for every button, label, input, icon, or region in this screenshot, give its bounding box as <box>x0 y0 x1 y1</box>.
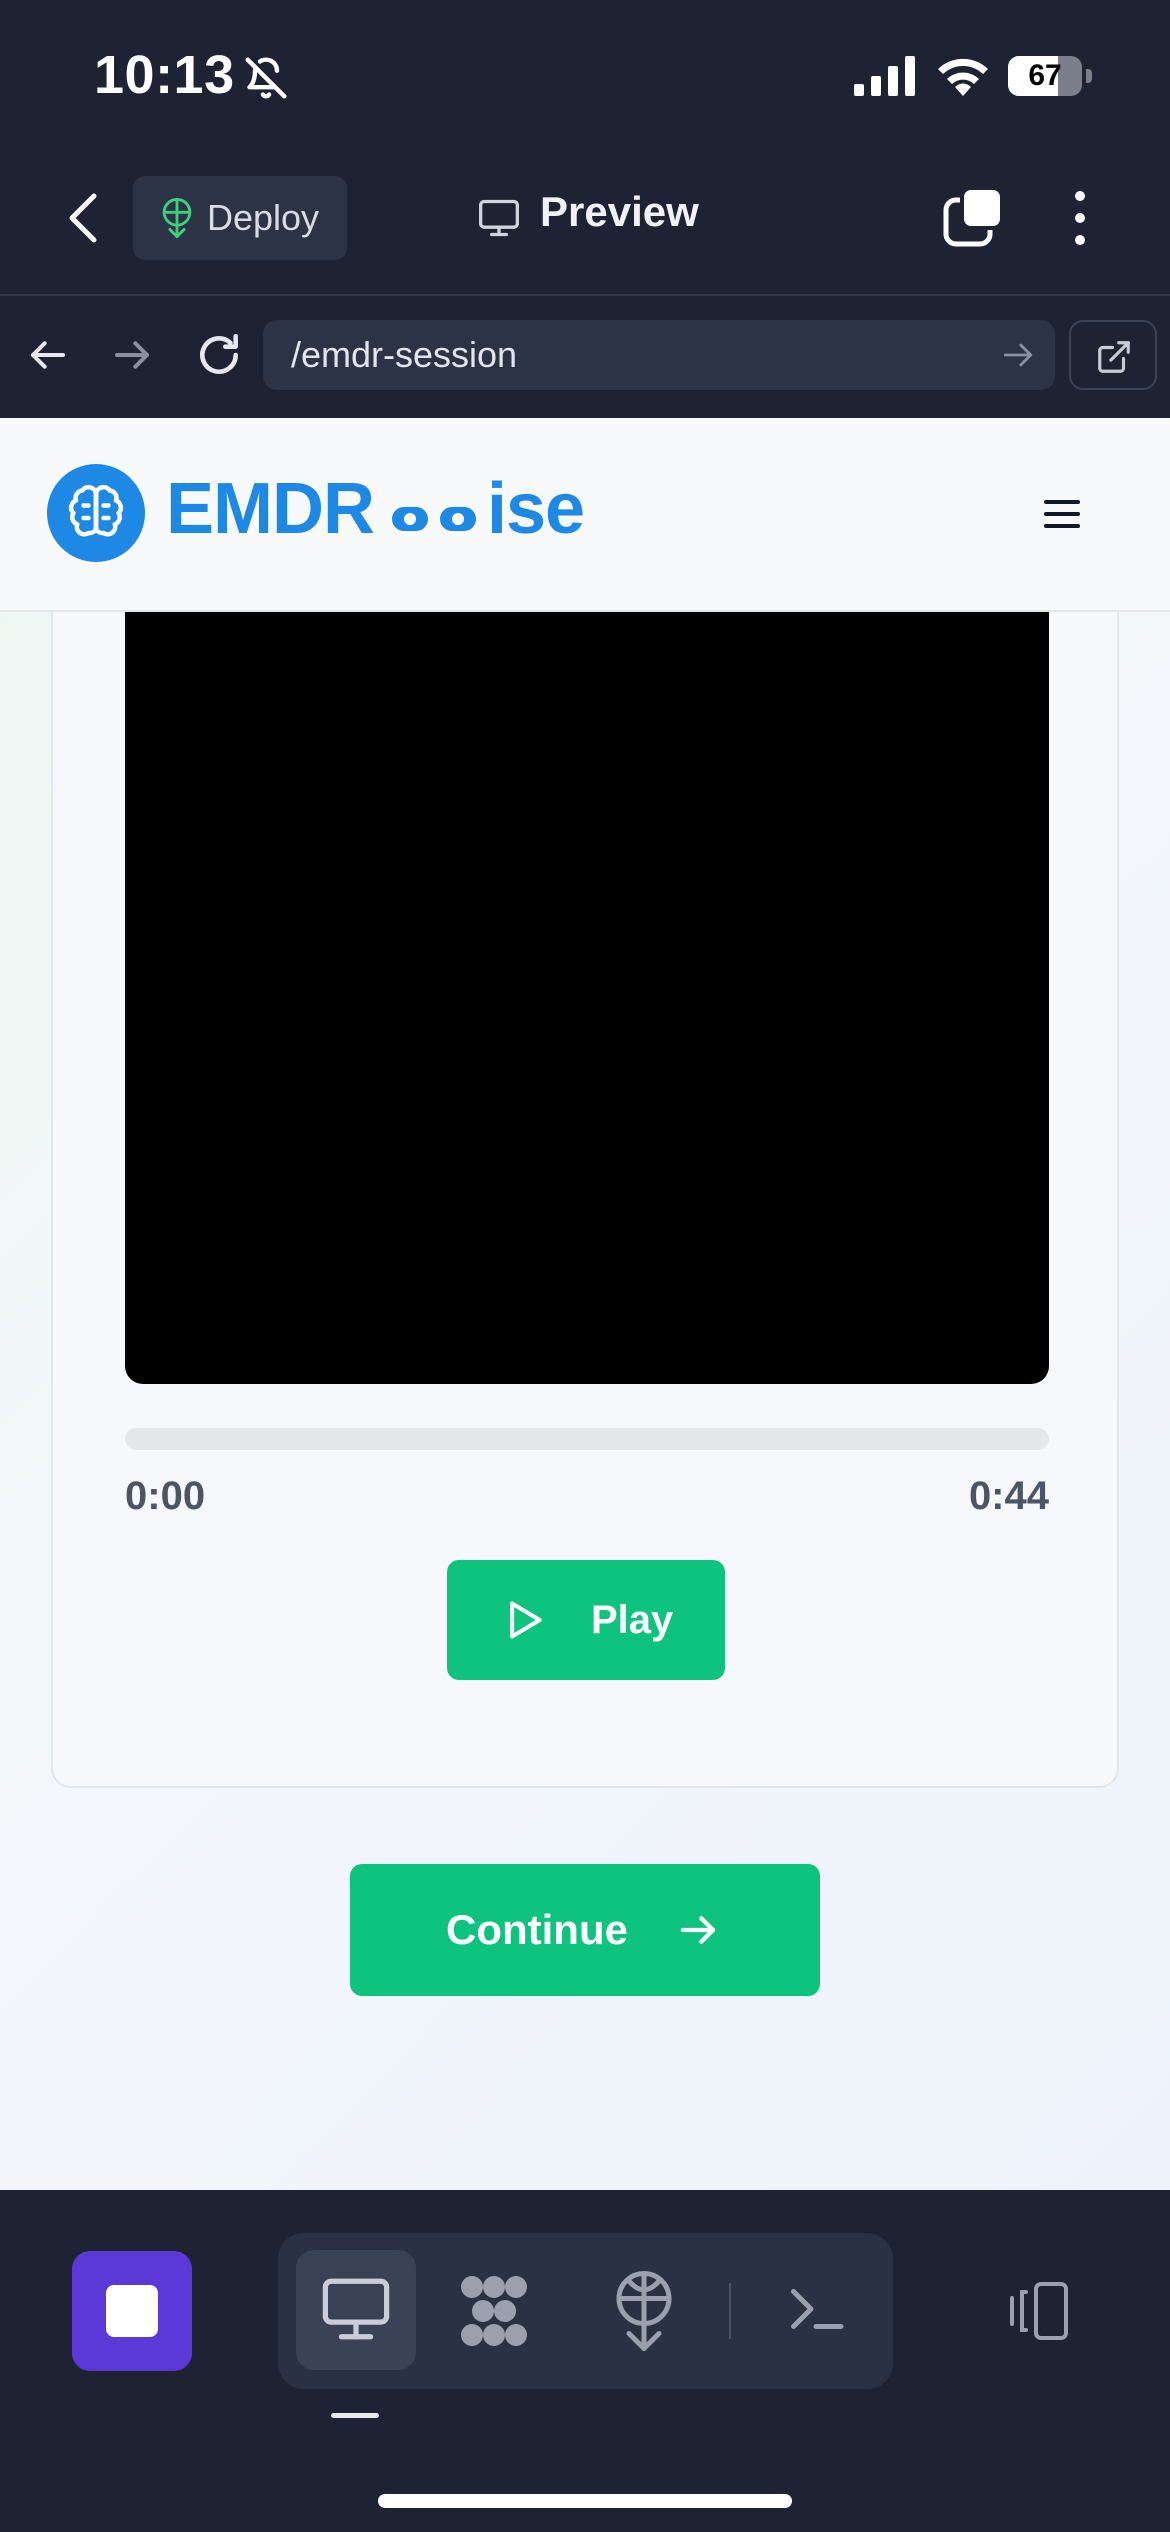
battery-body: 67 <box>1008 56 1082 96</box>
hamburger-menu-icon[interactable] <box>1044 498 1080 530</box>
continue-button[interactable]: Continue <box>350 1864 820 1996</box>
deploy-button[interactable]: Deploy <box>133 176 347 260</box>
header-divider <box>0 294 1170 296</box>
preview-title: Preview <box>540 188 699 235</box>
battery-level: 67 <box>1028 59 1062 92</box>
bell-muted-icon <box>245 57 287 99</box>
arrow-right-icon <box>680 1916 716 1944</box>
cellular-signal-icon <box>854 56 915 96</box>
battery-indicator: 67 <box>1008 56 1092 98</box>
tool-preview-button[interactable] <box>296 2250 416 2370</box>
current-time: 0:00 <box>125 1474 206 1518</box>
play-label: Play <box>591 1598 674 1642</box>
monitor-icon <box>479 199 519 237</box>
status-time: 10:13 <box>94 45 235 105</box>
home-indicator <box>378 2494 792 2508</box>
continue-label: Continue <box>446 1906 628 1953</box>
tabs-icon[interactable] <box>942 186 1004 248</box>
session-card: 0:00 0:44 Play <box>51 470 1119 1788</box>
preview-monitor-icon <box>322 2278 390 2340</box>
stop-button[interactable] <box>72 2251 192 2371</box>
web-page-viewport: EMDR ise 0:00 0:44 Play Continue <box>0 418 1170 2190</box>
progress-bar[interactable] <box>125 1428 1049 1450</box>
browser-forward-icon[interactable] <box>112 335 152 375</box>
status-bar: 10:13 67 <box>0 0 1170 155</box>
external-link-icon <box>1098 341 1130 373</box>
url-text[interactable]: /emdr-session <box>291 320 517 390</box>
deploy-label: Deploy <box>207 197 320 238</box>
more-options-icon[interactable] <box>1068 188 1092 248</box>
open-external-button[interactable] <box>1069 320 1157 390</box>
total-time: 0:44 <box>968 1474 1049 1518</box>
wifi-icon <box>938 58 988 96</box>
go-arrow-icon[interactable] <box>1001 338 1035 372</box>
deploy-tool-icon[interactable] <box>614 2271 674 2351</box>
site-header: EMDR ise <box>0 418 1170 612</box>
tool-divider <box>729 2283 731 2339</box>
video-player[interactable] <box>125 470 1049 1384</box>
reload-icon[interactable] <box>194 330 244 380</box>
eye-dots-icon <box>392 507 476 531</box>
back-chevron-icon[interactable] <box>60 190 110 246</box>
bottom-toolbar <box>0 2190 1170 2532</box>
tool-switcher <box>278 2233 893 2389</box>
brain-logo-icon[interactable] <box>47 464 145 562</box>
play-icon <box>510 1601 542 1639</box>
shell-icon[interactable] <box>786 2279 846 2339</box>
active-tab-indicator <box>331 2413 379 2418</box>
logo-text-suffix[interactable]: ise <box>487 468 585 550</box>
browser-back-icon[interactable] <box>28 335 68 375</box>
play-button[interactable]: Play <box>447 1560 725 1680</box>
agent-icon[interactable] <box>456 2273 532 2349</box>
stop-icon <box>106 2285 158 2337</box>
deploy-icon <box>162 198 192 238</box>
url-bar[interactable]: /emdr-session <box>263 320 1055 390</box>
battery-cap <box>1086 69 1092 83</box>
panel-toggle-icon[interactable] <box>1002 2276 1072 2346</box>
logo-text[interactable]: EMDR <box>166 468 375 550</box>
